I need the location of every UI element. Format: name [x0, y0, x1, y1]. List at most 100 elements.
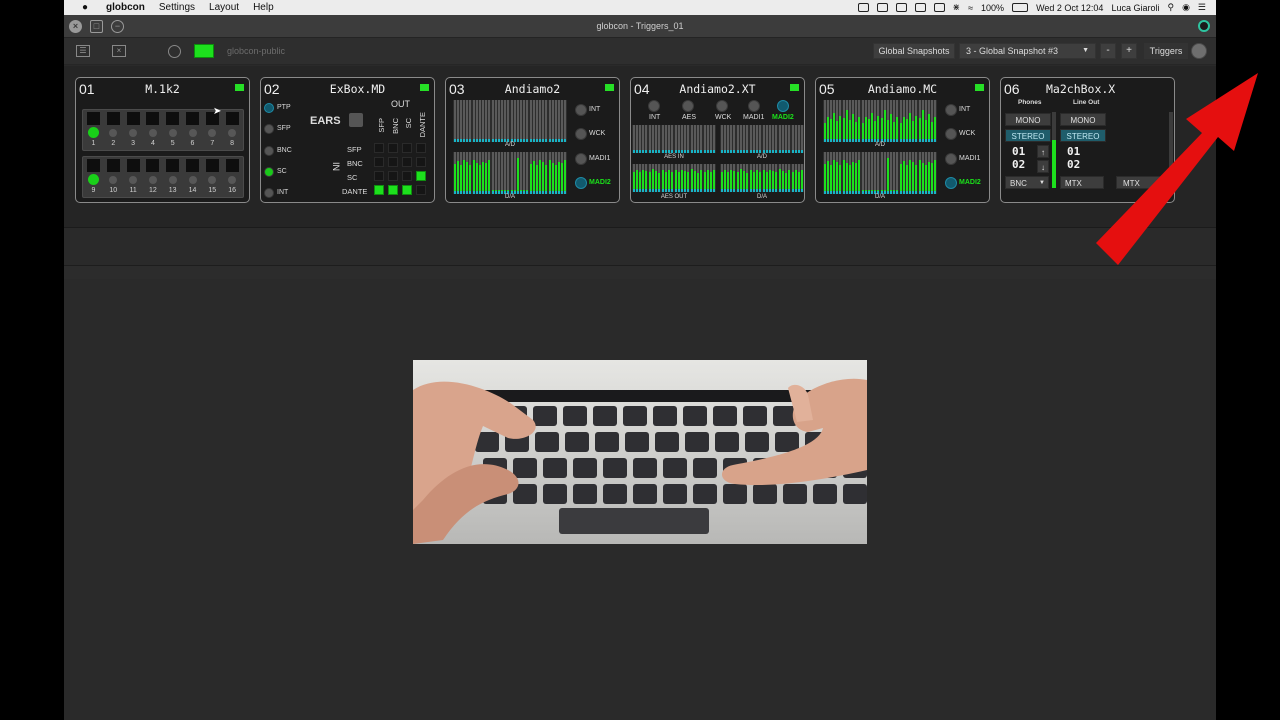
- clock-madi2-radio[interactable]: [575, 177, 587, 189]
- clock-aes-radio[interactable]: [682, 100, 694, 112]
- channel-active-led[interactable]: [109, 129, 118, 137]
- menu-help[interactable]: Help: [253, 2, 274, 13]
- global-snapshots-button[interactable]: Global Snapshots: [873, 43, 955, 59]
- arrow-up-icon[interactable]: ↑: [1037, 145, 1049, 158]
- channel-mute-button[interactable]: [87, 112, 100, 125]
- channel-active-led[interactable]: [129, 176, 138, 184]
- channel-active-led[interactable]: [188, 129, 197, 137]
- adobe-icon[interactable]: [876, 3, 888, 12]
- device-card-andiamo2[interactable]: 03 Andiamo2 A/D D/A INT WCK MADI1 MADI2: [445, 77, 620, 203]
- phones-mono-button[interactable]: MONO: [1005, 113, 1051, 126]
- clock-ptp-radio[interactable]: [264, 103, 274, 113]
- channel-mute-button[interactable]: [146, 112, 160, 125]
- matrix-crosspoint[interactable]: [402, 171, 412, 181]
- device-card-andiamo2xt[interactable]: 04 Andiamo2.XT INT AES WCK MADI1 MADI2 A…: [630, 77, 805, 203]
- clock-int-radio[interactable]: [575, 104, 587, 116]
- siri-icon[interactable]: ◉: [1182, 2, 1190, 13]
- list-view-icon[interactable]: ☰: [76, 45, 90, 57]
- matrix-crosspoint[interactable]: [402, 185, 412, 195]
- arrow-down-icon[interactable]: ↓: [1037, 160, 1049, 173]
- matrix-crosspoint[interactable]: [374, 157, 384, 167]
- channel-active-led[interactable]: [109, 176, 118, 184]
- channel-active-led[interactable]: [168, 129, 177, 137]
- matrix-crosspoint[interactable]: [374, 185, 384, 195]
- clock-wck-radio[interactable]: [716, 100, 728, 112]
- snapshot-select[interactable]: 3 - Global Snapshot #3 ▼: [959, 43, 1096, 59]
- clock-wck-radio[interactable]: [575, 128, 587, 140]
- channel-active-led[interactable]: [228, 176, 237, 184]
- matrix-crosspoint[interactable]: [416, 143, 426, 153]
- matrix-crosspoint[interactable]: [388, 171, 398, 181]
- clock-sc-radio[interactable]: [264, 167, 274, 177]
- channel-mute-button[interactable]: [225, 112, 239, 125]
- clock-int-radio[interactable]: [264, 188, 274, 198]
- channel-active-led[interactable]: [188, 176, 197, 184]
- menu-app-name[interactable]: globcon: [106, 2, 145, 13]
- channel-active-led[interactable]: [88, 174, 99, 185]
- device-card-andiamomc[interactable]: 05 Andiamo.MC A/D D/A INT WCK MADI1 MADI…: [815, 77, 990, 203]
- triggers-button[interactable]: Triggers: [1144, 43, 1188, 59]
- clock-wck-radio[interactable]: [945, 128, 957, 140]
- phones-source-select[interactable]: BNC ▼: [1005, 176, 1049, 189]
- dropbox-icon[interactable]: [895, 3, 907, 12]
- matrix-crosspoint[interactable]: [416, 157, 426, 167]
- snapshot-prev-button[interactable]: -: [1100, 43, 1116, 59]
- channel-mute-button[interactable]: [106, 112, 120, 125]
- channel-mute-button[interactable]: [126, 112, 140, 125]
- screen-record-icon[interactable]: [857, 3, 869, 12]
- minimize-icon[interactable]: −: [111, 19, 124, 33]
- globe-icon[interactable]: [168, 44, 181, 58]
- clock-label[interactable]: Wed 2 Oct 12:04: [1036, 3, 1103, 13]
- matrix-crosspoint[interactable]: [402, 157, 412, 167]
- channel-mute-button[interactable]: [87, 159, 100, 172]
- menu-settings[interactable]: Settings: [159, 2, 195, 13]
- maximize-icon[interactable]: □: [90, 19, 103, 33]
- channel-active-led[interactable]: [208, 176, 217, 184]
- apple-icon[interactable]: ●: [78, 2, 92, 13]
- network-status-icon[interactable]: [194, 44, 214, 58]
- triggers-indicator[interactable]: [1191, 43, 1207, 59]
- matrix-crosspoint[interactable]: [388, 157, 398, 167]
- clock-madi1-radio[interactable]: [575, 153, 587, 165]
- menu-layout[interactable]: Layout: [209, 2, 239, 13]
- matrix-crosspoint[interactable]: [416, 171, 426, 181]
- channel-active-led[interactable]: [148, 176, 157, 184]
- matrix-crosspoint[interactable]: [388, 185, 398, 195]
- channel-mute-button[interactable]: [166, 159, 180, 172]
- matrix-crosspoint[interactable]: [402, 143, 412, 153]
- search-icon[interactable]: ⚲: [1167, 2, 1174, 13]
- clock-madi2-radio[interactable]: [777, 100, 789, 112]
- matrix-crosspoint[interactable]: [388, 143, 398, 153]
- channel-active-led[interactable]: [88, 127, 99, 138]
- clock-bnc-radio[interactable]: [264, 146, 274, 156]
- channel-mute-button[interactable]: [106, 159, 120, 172]
- channel-active-led[interactable]: [168, 176, 177, 184]
- clock-int-radio[interactable]: [648, 100, 660, 112]
- channel-active-led[interactable]: [208, 129, 217, 137]
- device-card-m1k2[interactable]: 01 M.1k2 12345678 9 10 11 12 13 14 15 16 ➤: [75, 77, 250, 203]
- channel-active-led[interactable]: [228, 129, 237, 137]
- ears-toggle[interactable]: [349, 113, 363, 127]
- close-icon[interactable]: ×: [69, 19, 82, 33]
- clock-sfp-radio[interactable]: [264, 124, 274, 134]
- clock-int-radio[interactable]: [945, 104, 957, 116]
- device-card-exbox[interactable]: 02 ExBox.MD PTP SFP BNC SC INT EARS OUT …: [260, 77, 435, 203]
- channel-mute-button[interactable]: [186, 159, 199, 172]
- time-machine-icon[interactable]: [933, 3, 945, 12]
- snapshot-next-button[interactable]: +: [1121, 43, 1137, 59]
- matrix-crosspoint[interactable]: [374, 143, 384, 153]
- channel-active-led[interactable]: [129, 129, 138, 137]
- user-label[interactable]: Luca Giaroli: [1111, 3, 1159, 13]
- channel-mute-button[interactable]: [166, 112, 180, 125]
- channel-mute-button[interactable]: [186, 112, 199, 125]
- phones-stereo-button[interactable]: STEREO: [1005, 129, 1051, 142]
- clock-madi2-radio[interactable]: [945, 177, 957, 189]
- matrix-crosspoint[interactable]: [416, 185, 426, 195]
- battery-icon[interactable]: [1012, 3, 1029, 12]
- clock-madi1-radio[interactable]: [945, 153, 957, 165]
- channel-mute-button[interactable]: [146, 159, 160, 172]
- channel-mute-button[interactable]: [205, 159, 219, 172]
- matrix-crosspoint[interactable]: [374, 171, 384, 181]
- channel-active-led[interactable]: [148, 129, 157, 137]
- channel-mute-button[interactable]: [126, 159, 140, 172]
